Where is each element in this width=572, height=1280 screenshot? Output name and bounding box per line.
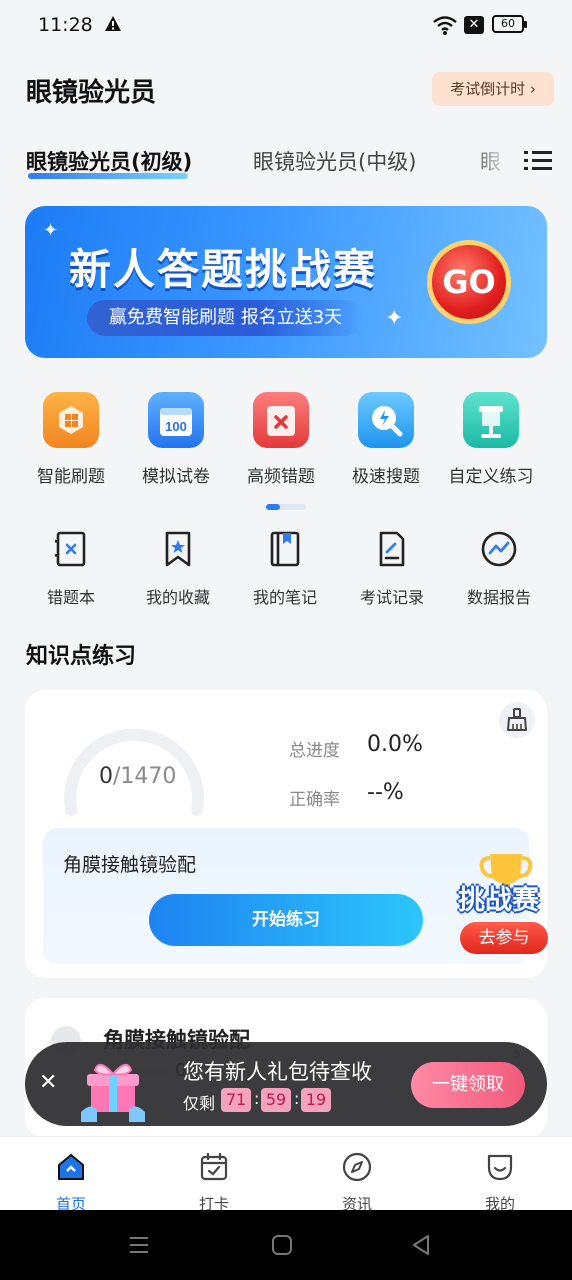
tool-label: 我的笔记 <box>252 588 317 607</box>
calendar-checkin-icon <box>200 1152 228 1181</box>
status-bar: 11:28 ✕ 60 <box>0 0 572 52</box>
feature-page-indicator <box>266 504 306 510</box>
claim-gift-button[interactable]: 一键领取 <box>411 1062 525 1108</box>
bottom-nav: 首页 打卡 资讯 我的 <box>0 1136 572 1214</box>
compass-icon <box>342 1152 372 1182</box>
tool-exam-records[interactable]: 考试记录 <box>342 530 442 608</box>
progress-count: 0/1470 <box>99 764 176 789</box>
mock-paper-icon: 100 <box>148 392 204 448</box>
tool-data-report[interactable]: 数据报告 <box>449 530 549 608</box>
list-menu-icon[interactable] <box>524 150 552 172</box>
tool-label: 错题本 <box>46 588 95 607</box>
join-challenge-button[interactable]: 去参与 <box>460 922 548 954</box>
feature-label: 模拟试卷 <box>142 467 210 487</box>
total-count: /1470 <box>113 764 177 789</box>
nav-profile[interactable]: 我的 <box>455 1151 545 1214</box>
remaining-label: 仅剩 <box>183 1094 216 1113</box>
tool-label: 考试记录 <box>359 588 424 607</box>
feature-mock-paper[interactable]: 100 模拟试卷 <box>124 392 228 487</box>
challenge-float[interactable]: 挑战赛 去参与 <box>456 850 556 960</box>
home-icon <box>58 1154 84 1180</box>
smart-practice-icon <box>43 392 99 448</box>
recents-icon[interactable] <box>128 1234 150 1256</box>
colon: : <box>254 1089 260 1108</box>
exam-countdown-button[interactable]: 考试倒计时 › <box>432 72 554 106</box>
level-tabs: 眼镜验光员(初级) 眼镜验光员(中级) 眼 <box>0 140 572 190</box>
tool-label: 数据报告 <box>466 588 531 607</box>
countdown-minutes: 59 <box>261 1088 291 1112</box>
broom-icon <box>507 708 527 731</box>
tool-bookmarks[interactable]: 我的收藏 <box>128 530 228 608</box>
battery-icon: 60 <box>492 15 527 33</box>
countdown-hours: 71 <box>221 1088 251 1112</box>
custom-practice-icon <box>463 392 519 448</box>
profile-icon <box>487 1154 513 1181</box>
progress-value: 0.0% <box>367 732 423 757</box>
close-icon[interactable]: ✕ <box>39 1070 57 1095</box>
challenge-banner[interactable]: ✦ ✦ 新人答题挑战赛 赢免费智能刷题 报名立送3天 GO <box>25 206 547 358</box>
nav-checkin[interactable]: 打卡 <box>169 1151 259 1214</box>
challenge-word: 挑战赛 <box>458 885 539 916</box>
gift-message: 您有新人礼包待查收 <box>183 1060 372 1084</box>
mistake-book-icon <box>55 531 86 567</box>
nav-news[interactable]: 资讯 <box>312 1151 402 1214</box>
progress-label: 总进度 <box>289 741 340 761</box>
close-box-icon: ✕ <box>464 16 484 34</box>
section-title: 知识点练习 <box>26 644 137 669</box>
nav-home[interactable]: 首页 <box>26 1151 116 1214</box>
feature-custom-practice[interactable]: 自定义练习 <box>439 392 543 487</box>
tab-fade <box>470 140 520 180</box>
tab-active-indicator <box>28 173 188 179</box>
back-icon[interactable] <box>410 1234 432 1256</box>
accuracy-value: --% <box>367 780 404 805</box>
data-report-icon <box>481 531 517 567</box>
wifi-icon <box>433 16 457 35</box>
bookmark-icon <box>165 531 191 567</box>
home-system-icon[interactable] <box>271 1234 293 1256</box>
feature-label: 高频错题 <box>247 467 315 487</box>
notebook-icon <box>270 531 300 567</box>
topic-title: 角膜接触镜验配 <box>63 854 197 876</box>
exam-record-icon <box>379 531 405 567</box>
sparkle-icon: ✦ <box>43 220 59 241</box>
frequent-mistakes-icon <box>253 392 309 448</box>
tab-junior[interactable]: 眼镜验光员(初级) <box>26 146 192 176</box>
start-practice-button[interactable]: 开始练习 <box>149 894 423 946</box>
gift-box-icon <box>81 1063 145 1122</box>
clear-progress-button[interactable] <box>499 702 535 738</box>
status-time: 11:28 <box>38 14 93 36</box>
colon: : <box>294 1089 300 1108</box>
feature-label: 智能刷题 <box>37 467 105 487</box>
tool-mistake-book[interactable]: 错题本 <box>21 530 121 608</box>
quick-search-icon <box>358 392 414 448</box>
feature-smart-practice[interactable]: 智能刷题 <box>19 392 123 487</box>
done-count: 0 <box>99 764 113 789</box>
system-nav-bar <box>0 1210 572 1280</box>
accuracy-label: 正确率 <box>289 790 340 810</box>
banner-title: 新人答题挑战赛 <box>69 245 378 294</box>
feature-quick-search[interactable]: 极速搜题 <box>334 392 438 487</box>
sparkle-icon: ✦ <box>385 306 404 331</box>
feature-label: 极速搜题 <box>352 467 420 487</box>
go-button[interactable]: GO <box>427 240 511 324</box>
gift-toast: ✕ 您有新人礼包待查收 仅剩 71 : 59 : 19 一键领取 <box>25 1042 547 1126</box>
tab-intermediate[interactable]: 眼镜验光员(中级) <box>253 146 416 176</box>
banner-subtitle: 赢免费智能刷题 报名立送3天 <box>87 300 365 336</box>
warning-icon <box>105 16 121 31</box>
feature-frequent-mistakes[interactable]: 高频错题 <box>229 392 333 487</box>
page-indicator-active <box>266 504 280 510</box>
tool-label: 我的收藏 <box>145 588 210 607</box>
feature-label: 自定义练习 <box>448 467 534 487</box>
svg-text:100: 100 <box>165 419 187 434</box>
countdown-seconds: 19 <box>301 1088 331 1112</box>
page-title: 眼镜验光员 <box>26 78 157 108</box>
tool-notes[interactable]: 我的笔记 <box>235 530 335 608</box>
